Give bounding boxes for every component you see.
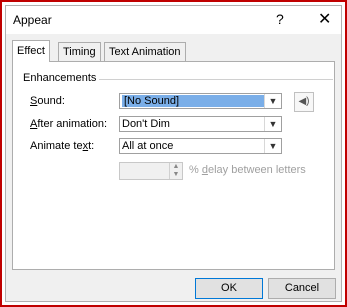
delay-spinner[interactable]: ▲ ▼ [119, 162, 183, 180]
close-button[interactable]: ✕ [318, 9, 331, 29]
ok-button[interactable]: OK [195, 278, 263, 299]
effect-panel: Enhancements Sound: [No Sound] ▼ ◀) Afte… [12, 61, 335, 270]
chevron-down-icon: ▼ [264, 117, 281, 131]
spin-arrows-icon[interactable]: ▲ ▼ [169, 163, 182, 179]
after-animation-label: After animation: [30, 118, 108, 130]
sound-label: Sound: [30, 95, 65, 107]
cancel-button[interactable]: Cancel [268, 278, 336, 299]
chevron-down-icon: ▼ [264, 94, 281, 108]
chevron-down-icon: ▼ [264, 139, 281, 153]
after-animation-dropdown[interactable]: Don't Dim ▼ [119, 116, 282, 132]
enhancements-label: Enhancements [23, 72, 97, 84]
title-bar: Appear ? ✕ [6, 6, 341, 34]
tab-text-animation[interactable]: Text Animation [104, 42, 186, 61]
section-divider [99, 79, 333, 80]
tab-timing[interactable]: Timing [58, 42, 101, 61]
dialog-title: Appear [13, 13, 52, 27]
highlight-frame: Appear ? ✕ Effect Timing Text Animation … [0, 0, 347, 307]
sound-value: [No Sound] [122, 95, 265, 107]
animate-text-dropdown[interactable]: All at once ▼ [119, 138, 282, 154]
animate-text-value: All at once [122, 140, 174, 152]
appear-dialog: Appear ? ✕ Effect Timing Text Animation … [5, 5, 342, 302]
speaker-icon[interactable]: ◀) [294, 92, 314, 112]
delay-label: % delay between letters [189, 164, 306, 176]
animate-text-label: Animate text: [30, 140, 95, 152]
sound-dropdown[interactable]: [No Sound] ▼ [119, 93, 282, 109]
after-animation-value: Don't Dim [122, 118, 170, 130]
tab-effect[interactable]: Effect [12, 40, 50, 62]
help-button[interactable]: ? [276, 11, 284, 27]
